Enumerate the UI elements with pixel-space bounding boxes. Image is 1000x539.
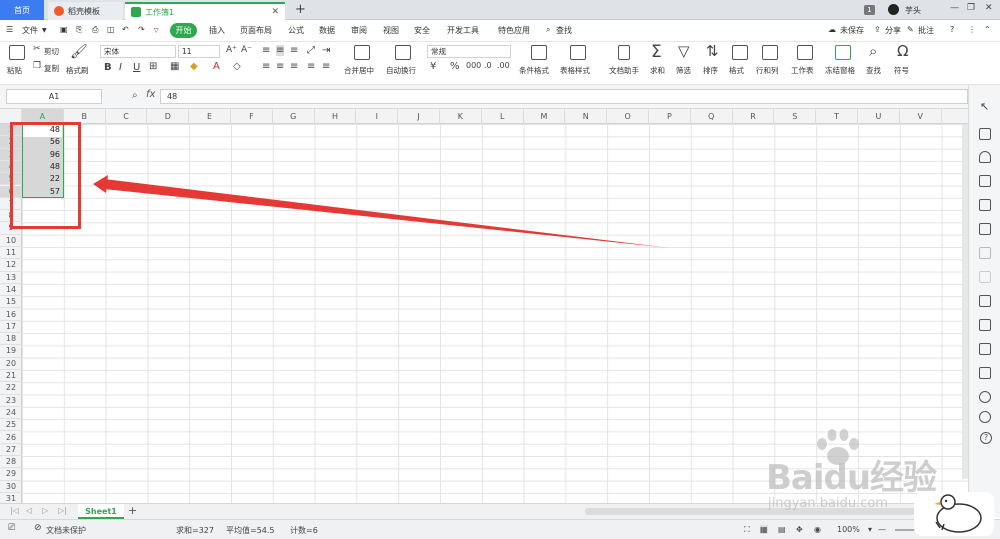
shield-icon: ⊘ bbox=[34, 523, 42, 533]
status-count[interactable]: 计数=6 bbox=[290, 525, 318, 536]
goose-icon bbox=[934, 494, 982, 533]
history-icon[interactable] bbox=[979, 411, 991, 423]
zoom-out-icon[interactable]: — bbox=[878, 525, 886, 534]
chart-icon[interactable] bbox=[979, 223, 991, 235]
reading-mode-icon[interactable]: ✥ bbox=[796, 525, 803, 534]
layers-icon[interactable] bbox=[979, 319, 991, 331]
annotation-arrow-shaft bbox=[96, 179, 670, 248]
fullscreen-icon[interactable]: ⛶ bbox=[744, 525, 750, 535]
page-break-view-icon[interactable]: ▤ bbox=[778, 525, 786, 534]
first-sheet-icon[interactable]: |◁ bbox=[10, 506, 19, 515]
image-icon[interactable] bbox=[979, 367, 991, 379]
corner-cartoon bbox=[914, 492, 994, 536]
macro-icon[interactable]: ⎚ bbox=[8, 523, 15, 533]
watermark-logo: Baidu经验 bbox=[766, 458, 937, 498]
prev-sheet-icon[interactable]: ◁ bbox=[26, 506, 32, 515]
select-pointer-icon[interactable]: ↖ bbox=[980, 100, 989, 113]
form-icon[interactable] bbox=[979, 343, 991, 355]
zoom-dropdown-icon[interactable]: ▾ bbox=[868, 525, 872, 534]
zoom-level[interactable]: 100% bbox=[837, 525, 860, 534]
add-sheet-button[interactable]: + bbox=[128, 504, 137, 517]
security-icon[interactable] bbox=[979, 391, 991, 403]
status-average[interactable]: 平均值=54.5 bbox=[226, 525, 275, 536]
last-sheet-icon[interactable]: ▷| bbox=[58, 506, 67, 515]
watermark-url: jingyan.baidu.com bbox=[768, 496, 888, 511]
doc-protect-status[interactable]: 文档未保护 bbox=[46, 525, 86, 536]
wizard-icon[interactable] bbox=[979, 271, 991, 283]
shape-icon[interactable] bbox=[979, 151, 991, 163]
normal-view-icon[interactable]: ▦ bbox=[760, 525, 768, 534]
backup-icon[interactable] bbox=[979, 295, 991, 307]
next-sheet-icon[interactable]: ▷ bbox=[42, 506, 48, 515]
apps-icon[interactable] bbox=[979, 199, 991, 211]
table-icon[interactable] bbox=[979, 175, 991, 187]
eye-protect-icon[interactable]: ◉ bbox=[814, 525, 821, 534]
copy-tools-icon[interactable] bbox=[979, 128, 991, 140]
annotation-arrow-head bbox=[93, 175, 108, 193]
tools-icon[interactable] bbox=[979, 247, 991, 259]
sheet-tab-sheet1[interactable]: Sheet1 bbox=[78, 504, 124, 519]
status-sum[interactable]: 求和=327 bbox=[176, 525, 214, 536]
